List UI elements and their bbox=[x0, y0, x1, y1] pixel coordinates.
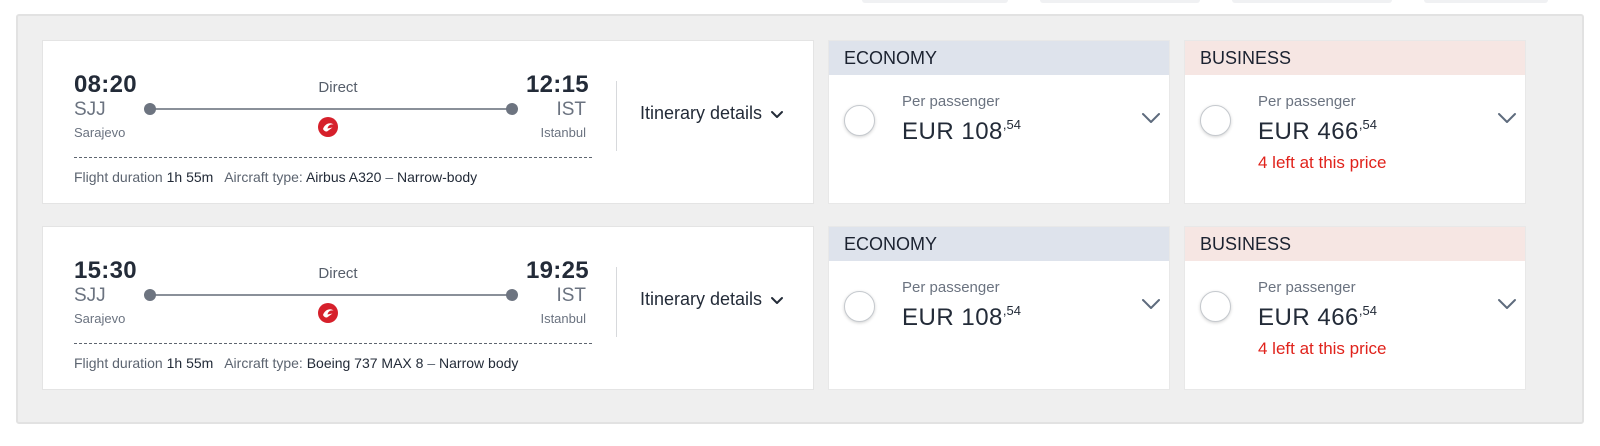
aircraft-body-type: Narrow body bbox=[439, 355, 519, 371]
price-cents: ,54 bbox=[1358, 117, 1377, 132]
business-fare-price: EUR 466,54 bbox=[1258, 303, 1377, 332]
flight-details-line: Flight duration 1h 55m Aircraft type: Bo… bbox=[74, 355, 518, 371]
aircraft-type-label: Aircraft type: bbox=[224, 169, 303, 185]
vertical-divider bbox=[616, 267, 617, 337]
chevron-down-icon[interactable] bbox=[1497, 111, 1517, 125]
departure-time: 08:20 bbox=[74, 71, 137, 98]
price-cents: ,54 bbox=[1002, 303, 1021, 318]
top-tab-edge[interactable] bbox=[1232, 0, 1392, 3]
arrival-airport-code: IST bbox=[556, 99, 586, 120]
route-line bbox=[151, 294, 511, 296]
flight-result-row: 15:30 SJJ Sarajevo Direct 19:25 IST Ista… bbox=[42, 226, 1532, 392]
business-fare-radio[interactable] bbox=[1200, 291, 1231, 322]
flight-info-card: 15:30 SJJ Sarajevo Direct 19:25 IST Ista… bbox=[42, 226, 814, 390]
aircraft-type-value: Airbus A320 bbox=[305, 169, 382, 185]
per-passenger-label: Per passenger bbox=[902, 279, 1000, 296]
chevron-down-icon[interactable] bbox=[1141, 297, 1161, 311]
arrival-airport-code: IST bbox=[556, 285, 586, 306]
economy-fare-radio[interactable] bbox=[844, 105, 875, 136]
price-amount: EUR 108 bbox=[902, 304, 1003, 331]
seats-left-warning: 4 left at this price bbox=[1258, 339, 1387, 358]
itinerary-details-toggle[interactable]: Itinerary details bbox=[640, 289, 784, 310]
economy-fare-title: ECONOMY bbox=[829, 227, 1169, 261]
flight-info-card: 08:20 SJJ Sarajevo Direct 12:15 IST Ista… bbox=[42, 40, 814, 204]
dashed-divider bbox=[74, 157, 592, 158]
route-end-dot bbox=[506, 103, 518, 115]
business-fare-title: BUSINESS bbox=[1185, 227, 1525, 261]
business-fare-title: BUSINESS bbox=[1185, 41, 1525, 75]
turkish-airlines-logo-icon bbox=[318, 117, 338, 137]
flight-duration-label: Flight duration bbox=[74, 169, 163, 185]
stops-label: Direct bbox=[318, 265, 358, 282]
arrival-city: Istanbul bbox=[540, 125, 586, 140]
departure-airport-code: SJJ bbox=[74, 285, 106, 306]
economy-fare-card[interactable]: ECONOMY Per passenger EUR 108,54 bbox=[828, 226, 1170, 390]
price-cents: ,54 bbox=[1358, 303, 1377, 318]
chevron-down-icon[interactable] bbox=[1497, 297, 1517, 311]
business-fare-price: EUR 466,54 bbox=[1258, 117, 1377, 146]
route-end-dot bbox=[506, 289, 518, 301]
economy-fare-card[interactable]: ECONOMY Per passenger EUR 108,54 bbox=[828, 40, 1170, 204]
aircraft-body-type: Narrow-body bbox=[397, 169, 478, 185]
itinerary-details-label: Itinerary details bbox=[640, 103, 763, 123]
price-cents: ,54 bbox=[1002, 117, 1021, 132]
stops-label: Direct bbox=[318, 79, 358, 96]
economy-fare-title: ECONOMY bbox=[829, 41, 1169, 75]
vertical-divider bbox=[616, 81, 617, 151]
per-passenger-label: Per passenger bbox=[1258, 93, 1356, 110]
business-fare-card[interactable]: BUSINESS Per passenger EUR 466,54 4 left… bbox=[1184, 40, 1526, 204]
departure-city: Sarajevo bbox=[74, 311, 126, 326]
economy-fare-price: EUR 108,54 bbox=[902, 117, 1021, 146]
chevron-down-icon bbox=[771, 296, 784, 304]
flight-duration-label: Flight duration bbox=[74, 355, 163, 371]
departure-city: Sarajevo bbox=[74, 125, 126, 140]
economy-fare-price: EUR 108,54 bbox=[902, 303, 1021, 332]
flight-duration-value: 1h 55m bbox=[166, 355, 214, 371]
price-amount: EUR 466 bbox=[1258, 118, 1359, 145]
chevron-down-icon bbox=[771, 110, 784, 118]
aircraft-type-label: Aircraft type: bbox=[224, 355, 303, 371]
dashed-divider bbox=[74, 343, 592, 344]
top-tabs-strip bbox=[0, 0, 1600, 6]
itinerary-details-toggle[interactable]: Itinerary details bbox=[640, 103, 784, 124]
aircraft-separator: – bbox=[385, 169, 394, 185]
flight-results-list: 08:20 SJJ Sarajevo Direct 12:15 IST Ista… bbox=[16, 14, 1584, 424]
per-passenger-label: Per passenger bbox=[1258, 279, 1356, 296]
route-start-dot bbox=[144, 103, 156, 115]
departure-time: 15:30 bbox=[74, 257, 137, 284]
price-amount: EUR 108 bbox=[902, 118, 1003, 145]
arrival-time: 19:25 bbox=[526, 257, 589, 284]
top-tab-edge[interactable] bbox=[1040, 0, 1200, 3]
economy-fare-radio[interactable] bbox=[844, 291, 875, 322]
arrival-time: 12:15 bbox=[526, 71, 589, 98]
turkish-airlines-logo-icon bbox=[318, 303, 338, 323]
departure-airport-code: SJJ bbox=[74, 99, 106, 120]
route-start-dot bbox=[144, 289, 156, 301]
top-tab-edge[interactable] bbox=[1424, 0, 1548, 3]
price-amount: EUR 466 bbox=[1258, 304, 1359, 331]
flight-duration-value: 1h 55m bbox=[166, 169, 214, 185]
business-fare-card[interactable]: BUSINESS Per passenger EUR 466,54 4 left… bbox=[1184, 226, 1526, 390]
per-passenger-label: Per passenger bbox=[902, 93, 1000, 110]
flight-details-line: Flight duration 1h 55m Aircraft type: Ai… bbox=[74, 169, 477, 185]
chevron-down-icon[interactable] bbox=[1141, 111, 1161, 125]
arrival-city: Istanbul bbox=[540, 311, 586, 326]
aircraft-type-value: Boeing 737 MAX 8 bbox=[306, 355, 424, 371]
itinerary-details-label: Itinerary details bbox=[640, 289, 763, 309]
aircraft-separator: – bbox=[427, 355, 436, 371]
top-tab-edge[interactable] bbox=[862, 0, 1008, 3]
business-fare-radio[interactable] bbox=[1200, 105, 1231, 136]
route-line bbox=[151, 108, 511, 110]
flight-result-row: 08:20 SJJ Sarajevo Direct 12:15 IST Ista… bbox=[42, 40, 1532, 206]
seats-left-warning: 4 left at this price bbox=[1258, 153, 1387, 172]
